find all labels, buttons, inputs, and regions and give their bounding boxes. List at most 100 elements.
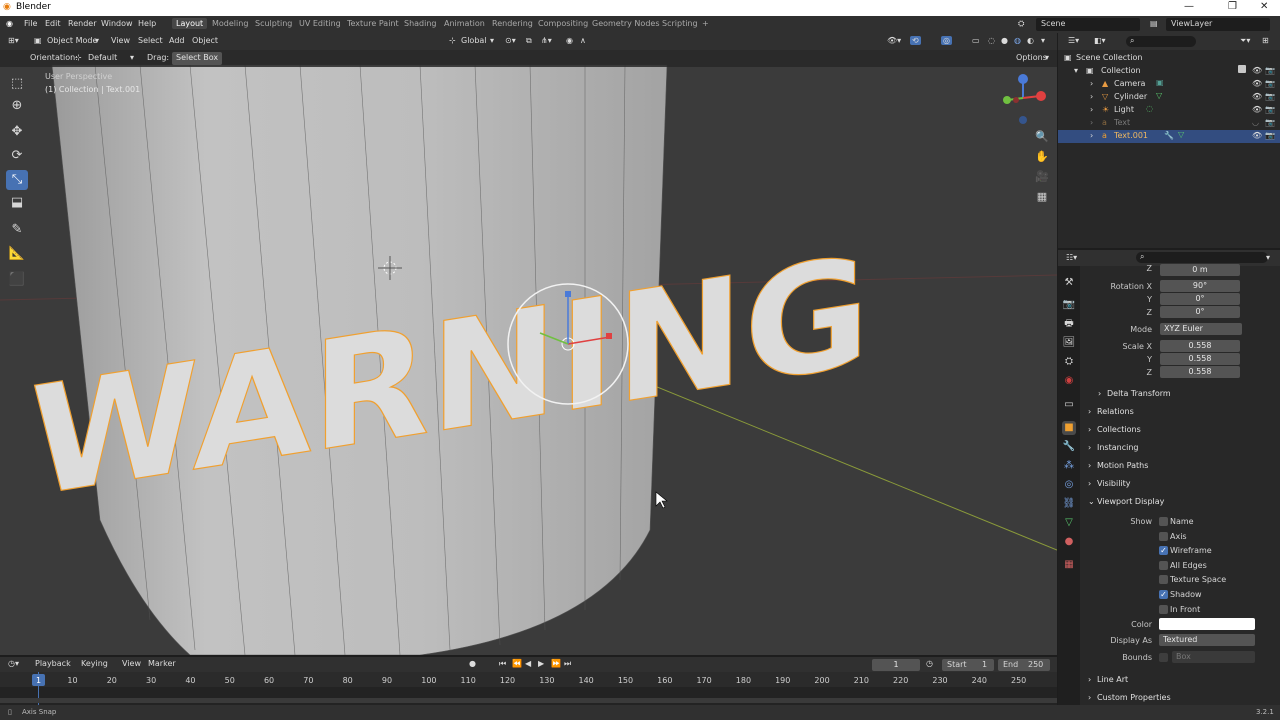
perspective-grid-icon[interactable]: ▦ — [1034, 190, 1050, 206]
tab-layout[interactable]: Layout — [172, 18, 208, 29]
play-reverse-icon[interactable]: ◀ — [525, 659, 531, 668]
display-as-dropdown[interactable]: Textured — [1159, 634, 1255, 646]
expand-icon[interactable]: ▾ — [1074, 66, 1078, 75]
rotation-y-field[interactable]: 0° — [1160, 293, 1240, 305]
object-tab-icon[interactable]: ■ — [1062, 421, 1076, 435]
material-shading-icon[interactable]: ◍ — [1014, 36, 1021, 45]
timeline-scrollbar[interactable] — [0, 698, 1057, 703]
texture-tab-icon[interactable]: ▦ — [1062, 558, 1076, 572]
location-z-field[interactable]: 0 m — [1160, 264, 1240, 276]
add-workspace-button[interactable]: + — [702, 19, 709, 28]
timeline-editor-icon[interactable]: ◷▾ — [8, 659, 19, 668]
world-tab-icon[interactable]: ◉ — [1062, 374, 1076, 388]
modifier-tab-icon[interactable]: 🔧 — [1062, 440, 1076, 454]
expand-icon[interactable]: › — [1090, 105, 1093, 114]
properties-editor-icon[interactable]: ☷▾ — [1066, 253, 1077, 262]
wireframe-shading-icon[interactable]: ◌ — [988, 36, 995, 45]
instancing-section[interactable]: › Instancing — [1084, 440, 1274, 456]
checkbox-name[interactable] — [1159, 517, 1168, 526]
menu-add[interactable]: Add — [169, 36, 185, 45]
delta-transform-section[interactable]: › Delta Transform — [1098, 386, 1280, 402]
options-dropdown[interactable]: Options — [1016, 53, 1047, 62]
blender-menu-icon[interactable]: ◉ — [6, 19, 13, 28]
tab-modeling[interactable]: Modeling — [212, 19, 248, 28]
start-frame-field[interactable]: Start 1 — [942, 659, 994, 671]
eye-icon[interactable]: 👁 — [1252, 92, 1262, 101]
expand-icon[interactable]: › — [1090, 92, 1093, 101]
view-layer-field[interactable]: ViewLayer — [1166, 18, 1270, 31]
jump-start-icon[interactable]: ⏮ — [499, 659, 506, 669]
snap-target-icon[interactable]: ⋔▾ — [541, 36, 552, 45]
output-tab-icon[interactable]: 🖶 — [1062, 317, 1076, 331]
outliner-scene-collection[interactable]: ▣ Scene Collection — [1058, 52, 1280, 65]
add-cube-tool-icon[interactable]: ⬛ — [6, 270, 28, 290]
rotation-x-field[interactable]: 90° — [1160, 280, 1240, 292]
drag-dropdown[interactable]: Select Box — [172, 52, 223, 65]
data-tab-icon[interactable]: ▽ — [1062, 516, 1076, 530]
transform-tool-icon[interactable]: ⬓ — [6, 193, 28, 213]
select-box-tool-icon[interactable]: ⬚ — [6, 74, 28, 94]
menu-file[interactable]: File — [24, 19, 37, 28]
snap-icon[interactable]: ⧉ — [526, 36, 532, 46]
outliner-editor-icon[interactable]: ☰▾ — [1068, 36, 1079, 45]
minimize-button[interactable]: — — [1184, 1, 1194, 12]
navigation-gizmo[interactable] — [996, 70, 1050, 130]
rotation-mode-dropdown[interactable]: XYZ Euler — [1160, 323, 1242, 335]
menu-timeline-view[interactable]: View — [122, 659, 141, 668]
overlay-toggle-icon[interactable]: ◎ — [941, 36, 952, 45]
scene-field[interactable]: Scene — [1036, 18, 1140, 31]
visibility-section[interactable]: › Visibility — [1084, 476, 1274, 492]
mode-dropdown[interactable]: Object Mode — [47, 36, 97, 45]
menu-edit[interactable]: Edit — [45, 19, 61, 28]
view-layer-tab-icon[interactable]: 🖼 — [1062, 336, 1076, 350]
display-mode-icon[interactable]: ◧▾ — [1094, 36, 1106, 45]
end-frame-field[interactable]: End 250 — [998, 659, 1050, 671]
line-art-section[interactable]: › Line Art — [1084, 672, 1274, 688]
editor-type-icon[interactable]: ⊞▾ — [8, 36, 19, 45]
tab-geometry-nodes[interactable]: Geometry Nodes — [592, 19, 659, 28]
color-swatch[interactable] — [1159, 618, 1255, 630]
motion-paths-section[interactable]: › Motion Paths — [1084, 458, 1274, 474]
current-frame-field[interactable]: 1 — [872, 659, 920, 671]
rendered-shading-icon[interactable]: ◐ — [1027, 36, 1034, 45]
move-tool-icon[interactable]: ✥ — [6, 122, 28, 142]
camera-render-icon[interactable]: 📷 — [1265, 131, 1275, 140]
outliner-search-input[interactable] — [1126, 36, 1196, 47]
menu-help[interactable]: Help — [138, 19, 156, 28]
tab-shading[interactable]: Shading — [404, 19, 437, 28]
physics-tab-icon[interactable]: ◎ — [1062, 478, 1076, 492]
checkbox-in-front[interactable] — [1159, 604, 1168, 614]
particles-tab-icon[interactable]: ⁂ — [1062, 459, 1076, 473]
3d-viewport[interactable]: WARNING User Perspective (1) Collection … — [0, 50, 1057, 655]
tool-tab-icon[interactable]: ⚒ — [1062, 276, 1076, 290]
zoom-icon[interactable]: 🔍 — [1034, 130, 1050, 146]
filter-icon[interactable]: ⏷▾ — [1240, 36, 1250, 46]
eye-hidden-icon[interactable]: ◡ — [1252, 118, 1259, 127]
constraints-tab-icon[interactable]: ⛓ — [1062, 497, 1076, 511]
eye-icon[interactable]: 👁 — [1252, 66, 1262, 75]
bounds-checkbox[interactable] — [1159, 653, 1168, 662]
tab-compositing[interactable]: Compositing — [538, 19, 588, 28]
falloff-icon[interactable]: ∧ — [580, 36, 586, 45]
viewport-scene[interactable]: WARNING — [0, 50, 1057, 655]
pan-hand-icon[interactable]: ✋ — [1034, 150, 1050, 166]
rotate-tool-icon[interactable]: ⟳ — [6, 146, 28, 166]
checkbox-shadow[interactable]: ✓ — [1159, 590, 1168, 599]
camera-render-icon[interactable]: 📷 — [1265, 92, 1275, 101]
tab-scripting[interactable]: Scripting — [662, 19, 698, 28]
menu-render[interactable]: Render — [68, 19, 96, 28]
clock-icon[interactable]: ◷ — [926, 659, 933, 668]
cursor-tool-icon[interactable]: ⊕ — [6, 96, 28, 116]
custom-properties-section[interactable]: › Custom Properties — [1084, 690, 1274, 706]
scene-tab-icon[interactable]: ⛭ — [1062, 355, 1076, 369]
jump-keyframe-back-icon[interactable]: ⏪ — [512, 659, 522, 668]
transform-orientation-dropdown[interactable]: Global — [461, 36, 487, 45]
eye-icon[interactable]: 👁 — [1252, 105, 1262, 114]
checkbox-texture-space[interactable] — [1159, 575, 1168, 585]
outliner-item-cylinder[interactable]: › ▽ Cylinder ▽ 👁 📷 — [1058, 91, 1280, 104]
expand-icon[interactable]: › — [1090, 79, 1093, 88]
expand-icon[interactable]: › — [1090, 118, 1093, 127]
close-button[interactable]: ✕ — [1260, 1, 1268, 12]
gizmo-toggle-icon[interactable]: ⟲ — [910, 36, 921, 45]
outliner-item-text-001[interactable]: › a Text.001 🔧 ▽ 👁 📷 — [1058, 130, 1280, 143]
